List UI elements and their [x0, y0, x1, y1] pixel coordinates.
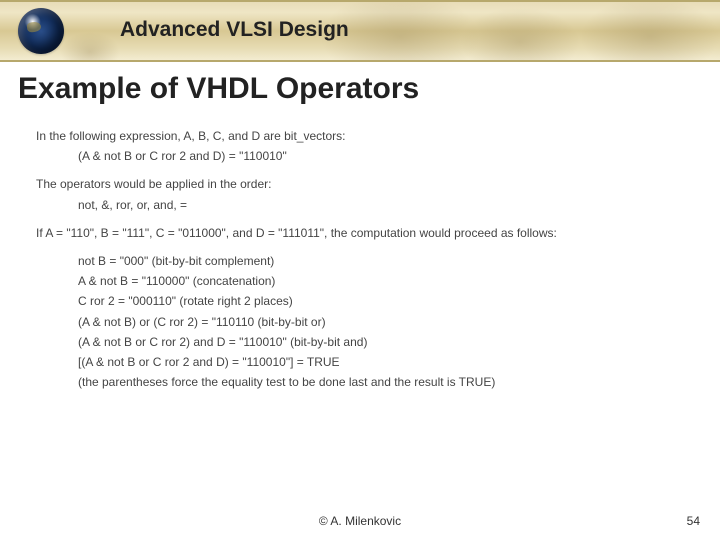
step-7: (the parentheses force the equality test…	[36, 374, 690, 390]
slide-body: In the following expression, A, B, C, an…	[36, 128, 690, 394]
header-band	[0, 0, 720, 62]
step-2: A & not B = "110000" (concatenation)	[36, 273, 690, 289]
step-6: [(A & not B or C ror 2 and D) = "110010"…	[36, 354, 690, 370]
order-list: not, &, ror, or, and, =	[36, 197, 690, 213]
step-3: C ror 2 = "000110" (rotate right 2 place…	[36, 293, 690, 309]
step-5: (A & not B or C ror 2) and D = "110010" …	[36, 334, 690, 350]
intro-text: In the following expression, A, B, C, an…	[36, 128, 690, 144]
slide-title: Example of VHDL Operators	[18, 72, 419, 106]
globe-icon	[18, 8, 64, 54]
course-title: Advanced VLSI Design	[120, 18, 349, 42]
footer-author: © A. Milenkovic	[0, 514, 720, 528]
order-label: The operators would be applied in the or…	[36, 176, 690, 192]
footer-page-number: 54	[687, 514, 700, 528]
step-4: (A & not B) or (C ror 2) = "110110 (bit-…	[36, 314, 690, 330]
given-values: If A = "110", B = "111", C = "011000", a…	[36, 225, 690, 241]
expression: (A & not B or C ror 2 and D) = "110010"	[36, 148, 690, 164]
step-1: not B = "000" (bit-by-bit complement)	[36, 253, 690, 269]
